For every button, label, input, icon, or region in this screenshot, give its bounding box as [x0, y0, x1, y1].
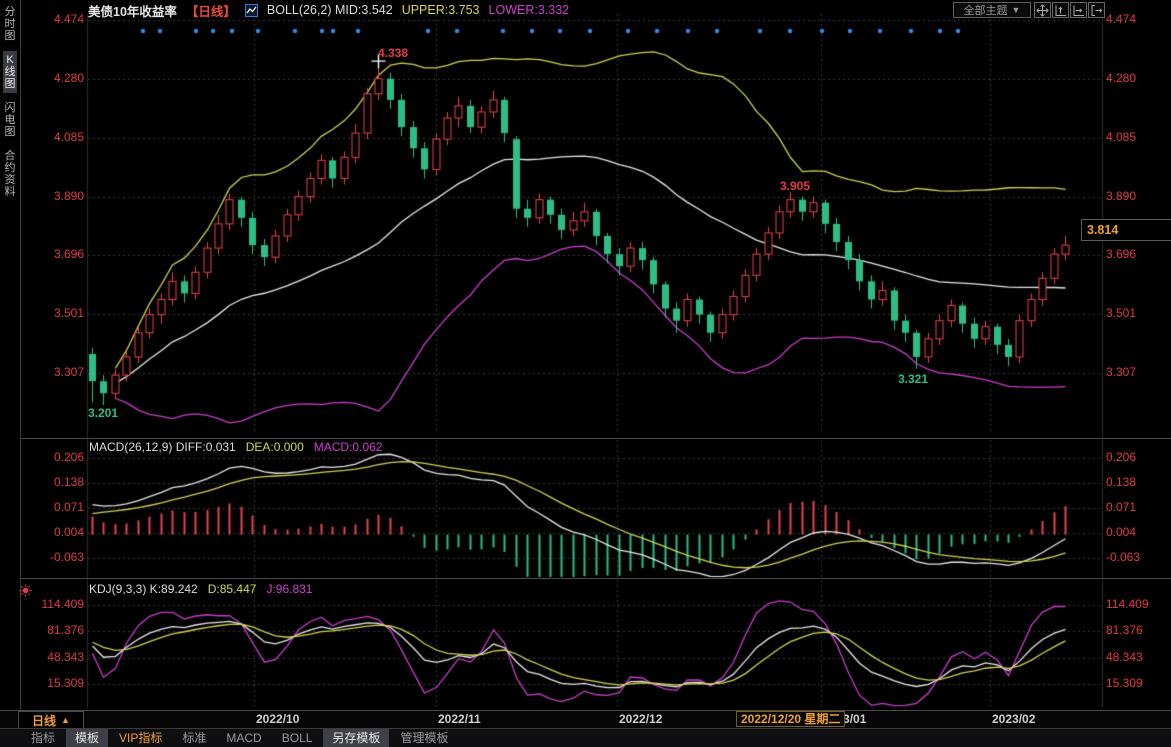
macd-value: MACD:0.062 [314, 440, 383, 454]
price-axis-right-3: 3.890 [1106, 189, 1170, 203]
macd-axis-right-1: 0.138 [1106, 475, 1170, 489]
bottom-tab-5[interactable]: BOLL [273, 729, 322, 747]
bottom-tab-0[interactable]: 指标 [22, 729, 64, 747]
theme-dropdown[interactable]: 全部主题 ▼ [953, 2, 1031, 18]
macd-axis-left-0: 0.206 [20, 450, 84, 464]
period-tag: 【日线】 [186, 1, 236, 20]
kdj-readout: KDJ(9,3,3) K:89.242 D:85.447 J:96.831 [89, 582, 312, 596]
price-axis-left-6: 3.307 [20, 365, 84, 379]
left-sidebar: 分时图 K线图闪电图合约资料 [0, 0, 20, 710]
kdj-settings-icon[interactable] [19, 584, 32, 602]
price-axis-right-0: 4.474 [1106, 12, 1170, 26]
crosshair-date-label: 2022/12/20 星期二 [736, 711, 845, 727]
price-axis-right-4: 3.696 [1106, 247, 1170, 261]
price-axis-left-0: 4.474 [20, 12, 84, 26]
kdj-j-value: J:96.831 [266, 582, 312, 596]
low-marker-label: 3.201 [88, 406, 118, 420]
instrument-title: 美债10年收益率 [88, 1, 177, 20]
sidebar-divider [20, 0, 21, 710]
macd-axis-left-3: 0.004 [20, 525, 84, 539]
price-axis-left-5: 3.501 [20, 306, 84, 320]
bottom-tab-2[interactable]: VIP指标 [110, 729, 171, 747]
kdj-axis-left-2: 48.343 [20, 650, 84, 664]
pan-right-icon[interactable] [1088, 2, 1105, 18]
bottom-tab-1[interactable]: 模板 [66, 729, 108, 747]
sidebar-item-2[interactable]: 闪电图 [3, 99, 17, 141]
xaxis-date-label-2: 2022/12 [619, 712, 662, 726]
macd-dea-value: DEA:0.000 [246, 440, 304, 454]
macd-axis-left-1: 0.138 [20, 475, 84, 489]
kdj-axis-right-3: 15.309 [1106, 676, 1170, 690]
kdj-axis-right-1: 81.376 [1106, 623, 1170, 637]
sidebar-item-1[interactable]: K线图 [3, 51, 17, 93]
price-axis-right-6: 3.307 [1106, 365, 1170, 379]
swing-low-marker-label: 3.321 [898, 372, 928, 386]
kdj-k-value: KDJ(9,3,3) K:89.242 [89, 582, 198, 596]
sidebar-item-3[interactable]: 合约资料 [3, 147, 17, 201]
bottom-tab-bar: 指标模板VIP指标标准MACDBOLL另存模板管理模板 [22, 729, 1171, 747]
main-chart-canvas[interactable] [0, 0, 1171, 710]
xaxis-row: 日线 ▲ 2022/102022/112022/122023/012023/02… [0, 711, 1171, 728]
price-axis-left-4: 3.696 [20, 247, 84, 261]
macd-readout: MACD(26,12,9) DIFF:0.031 DEA:0.000 MACD:… [89, 440, 382, 454]
swing-high-marker-label: 3.905 [780, 179, 810, 193]
macd-axis-right-0: 0.206 [1106, 450, 1170, 464]
price-axis-left-3: 3.890 [20, 189, 84, 203]
period-label: 日线 [32, 712, 56, 729]
price-axis-right-1: 4.280 [1106, 71, 1170, 85]
macd-axis-right-4: -0.063 [1106, 550, 1170, 564]
move-crosshair-icon[interactable] [1034, 2, 1051, 18]
current-price-badge: 3.814 [1081, 219, 1171, 241]
bottom-tab-7[interactable]: 管理模板 [391, 729, 457, 747]
kdj-d-value: D:85.447 [208, 582, 257, 596]
bottom-tab-4[interactable]: MACD [217, 729, 270, 747]
boll-readout-mid: BOLL(26,2) MID:3.542 [267, 3, 393, 17]
chevron-down-icon: ▼ [1012, 5, 1021, 15]
axis-zoom-vertical-icon[interactable] [1052, 2, 1069, 18]
xaxis-date-label-4: 2023/02 [992, 712, 1035, 726]
macd-axis-right-3: 0.004 [1106, 525, 1170, 539]
kdj-axis-right-2: 48.343 [1106, 650, 1170, 664]
macd-diff-value: MACD(26,12,9) DIFF:0.031 [89, 440, 236, 454]
axis-zoom-horizontal-icon[interactable] [1070, 2, 1087, 18]
high-marker-label: 4.338 [378, 46, 408, 60]
chart-header: 美债10年收益率 【日线】 BOLL(26,2) MID:3.542 UPPER… [88, 2, 569, 18]
bottom-tab-3[interactable]: 标准 [173, 729, 215, 747]
theme-dropdown-label: 全部主题 [964, 2, 1008, 18]
boll-readout-upper: UPPER:3.753 [402, 3, 480, 17]
price-axis-right-5: 3.501 [1106, 306, 1170, 320]
period-selector-button[interactable]: 日线 ▲ [18, 711, 84, 729]
price-axis-left-1: 4.280 [20, 71, 84, 85]
kdj-axis-left-3: 15.309 [20, 676, 84, 690]
macd-axis-left-2: 0.071 [20, 500, 84, 514]
kdj-axis-right-0: 114.409 [1106, 597, 1170, 611]
pane-separator-macd [20, 438, 1171, 439]
price-axis-right-2: 4.085 [1106, 130, 1170, 144]
kdj-axis-left-1: 81.376 [20, 623, 84, 637]
bottom-tab-6[interactable]: 另存模板 [323, 729, 389, 747]
macd-axis-right-2: 0.071 [1106, 500, 1170, 514]
boll-readout-lower: LOWER:3.332 [489, 3, 570, 17]
sidebar-item-0[interactable]: 分时图 [3, 3, 17, 45]
price-axis-left-2: 4.085 [20, 130, 84, 144]
xaxis-date-label-0: 2022/10 [256, 712, 299, 726]
trading-terminal: 分时图 K线图闪电图合约资料 美债10年收益率 【日线】 BOLL(26,2) M… [0, 0, 1171, 747]
xaxis-date-label-1: 2022/11 [438, 712, 481, 726]
up-triangle-icon: ▲ [61, 715, 70, 725]
mini-chart-icon [245, 4, 258, 17]
pane-separator-kdj [20, 578, 1171, 579]
macd-axis-left-4: -0.063 [20, 550, 84, 564]
